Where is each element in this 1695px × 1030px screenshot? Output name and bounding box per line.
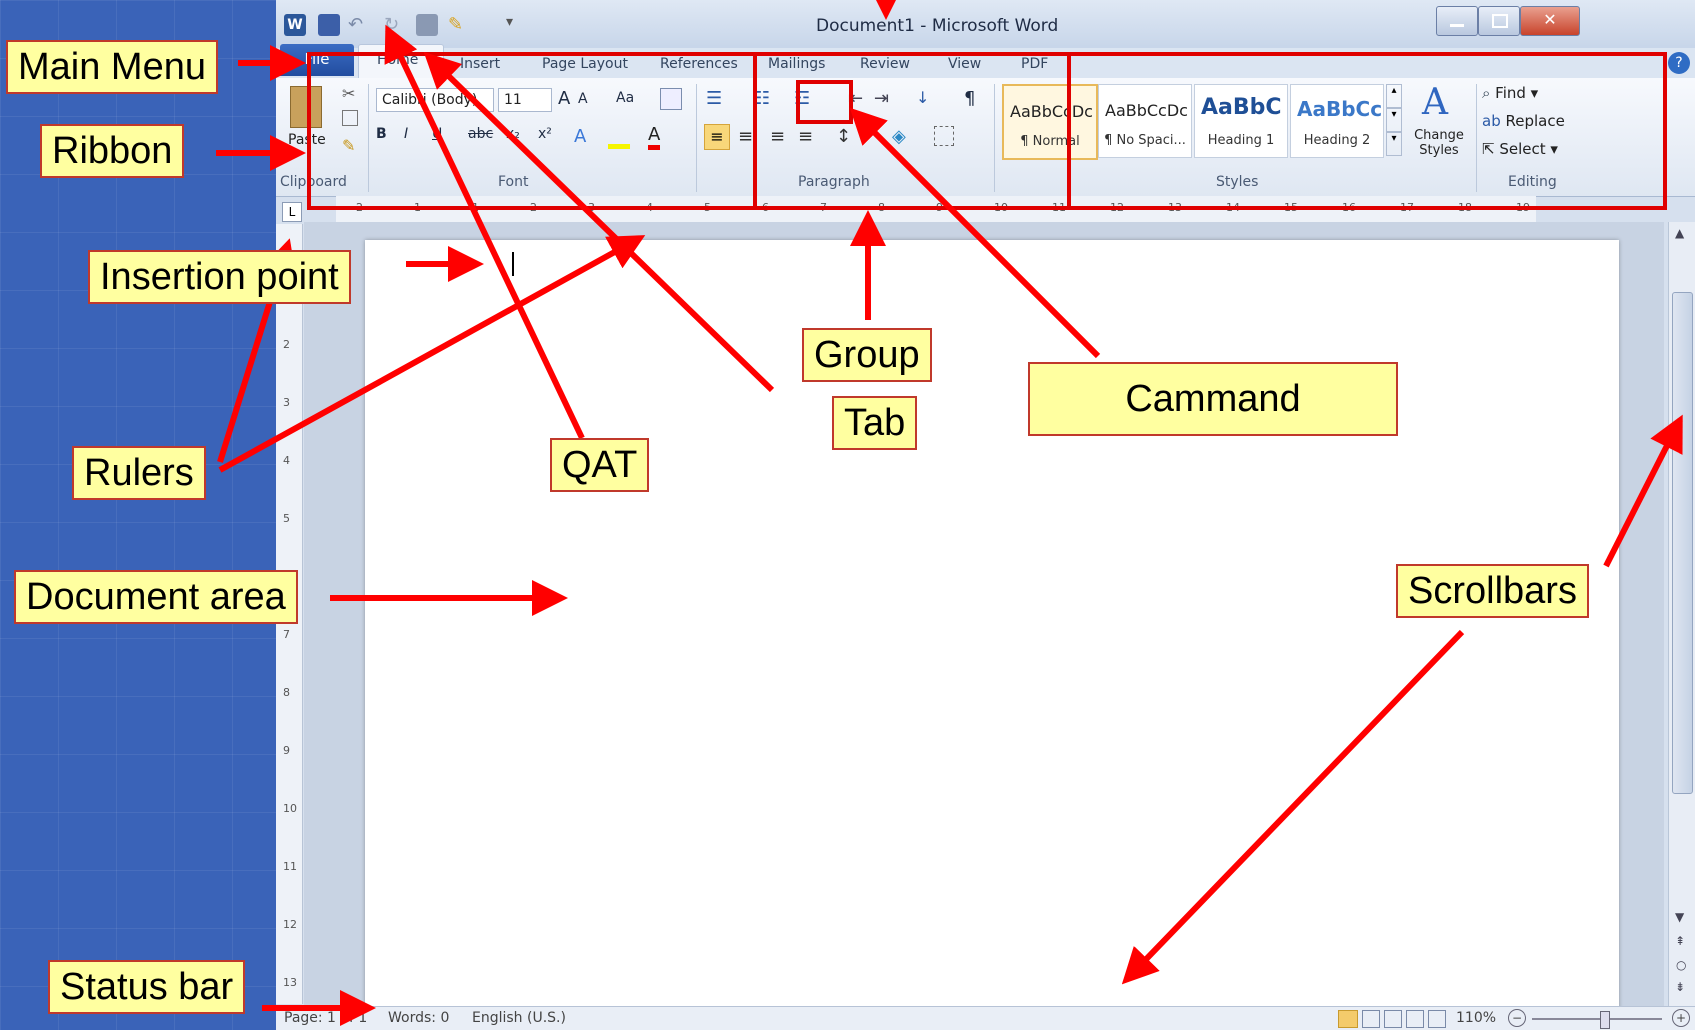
command-callout: Cammand <box>1028 362 1398 436</box>
command-arrow <box>849 107 1101 359</box>
qat-arrow <box>384 24 585 440</box>
qat-callout: QAT <box>550 438 650 492</box>
scrollbars-arrow-vertical <box>1603 414 1683 568</box>
ribbon-callout: Ribbon <box>40 124 185 178</box>
insertion-point-callout: Insertion point <box>88 250 351 304</box>
tab-callout: Tab <box>832 396 918 450</box>
main-menu-callout: Main Menu <box>6 40 218 94</box>
rulers-callout: Rulers <box>72 446 206 500</box>
annotation-arrows <box>216 0 1683 1026</box>
group-callout: Group <box>802 328 932 382</box>
scrollbars-callout: Scrollbars <box>1396 564 1589 618</box>
status-bar-callout: Status bar <box>48 960 246 1014</box>
document-area-callout: Document area <box>14 570 298 624</box>
scrollbars-arrow-horizontal <box>1121 629 1465 985</box>
